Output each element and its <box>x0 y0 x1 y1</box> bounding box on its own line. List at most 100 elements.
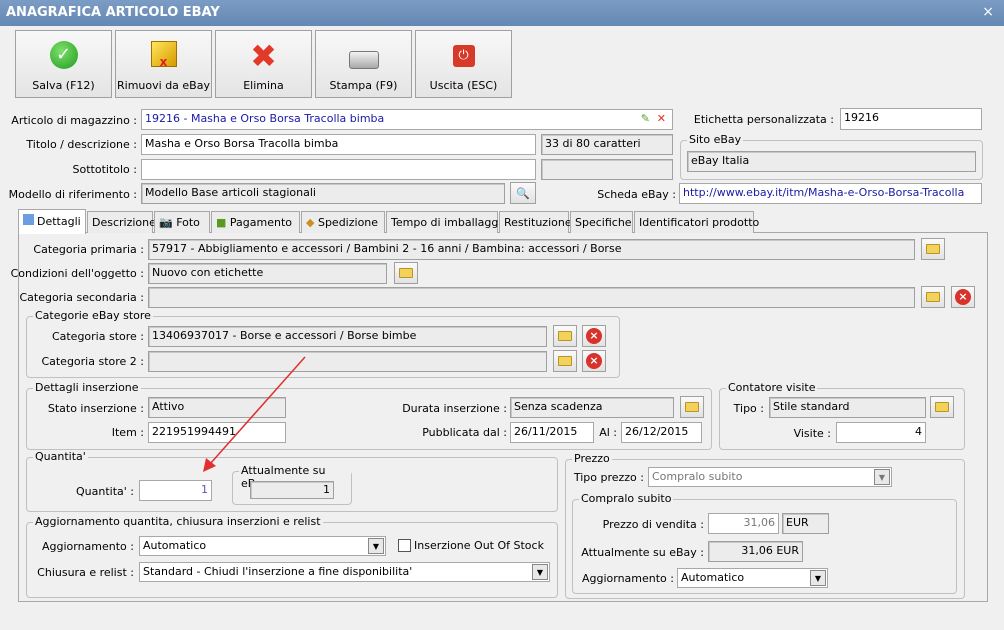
aggiornamento-group: Aggiornamento quantita, chiusura inserzi… <box>26 515 558 598</box>
modello-label: Modello di riferimento : <box>8 188 137 201</box>
tab-foto[interactable]: 📷 Foto <box>154 211 210 233</box>
power-icon: ⏻ <box>452 45 475 67</box>
print-button[interactable]: Stampa (F9) <box>315 30 412 98</box>
articolo-value: 19216 - Masha e Orso Borsa Tracolla bimb… <box>145 112 385 125</box>
etichetta-label: Etichetta personalizzata : <box>693 113 834 126</box>
browse-store1-button[interactable] <box>553 325 577 347</box>
sito-label: Sito eBay <box>687 133 744 146</box>
titolo-field[interactable]: Masha e Orso Borsa Tracolla bimba <box>141 134 536 155</box>
delete-icon: × <box>586 328 602 344</box>
payment-icon: ■ <box>216 216 227 229</box>
store2-label: Categoria store 2 : <box>41 355 144 368</box>
label: Stampa (F9) <box>329 79 398 92</box>
browse-store2-button[interactable] <box>553 350 577 372</box>
cat-secondaria-label: Categoria secondaria : <box>19 291 144 304</box>
visite-label: Visite : <box>793 427 831 440</box>
prezzo-vendita-label: Prezzo di vendita : <box>602 518 704 531</box>
label: Elimina <box>243 79 284 92</box>
al-label: Al : <box>599 426 617 439</box>
tab-pagamento[interactable]: ■ Pagamento <box>211 211 300 233</box>
red-x-icon: ✖ <box>250 37 277 75</box>
aggiornamento-group-title: Aggiornamento quantita, chiusura inserzi… <box>33 515 323 528</box>
chiusura-select[interactable]: Standard - Chiudi l'inserzione a fine di… <box>139 562 550 582</box>
label: Salva (F12) <box>32 79 95 92</box>
tipo-label: Tipo : <box>733 402 764 415</box>
al-field[interactable]: 26/12/2015 <box>621 422 702 443</box>
articolo-field[interactable]: 19216 - Masha e Orso Borsa Tracolla bimb… <box>141 109 673 130</box>
visite-group-title: Contatore visite <box>726 381 818 394</box>
browse-tipo-button[interactable] <box>930 396 954 418</box>
tab-label: Dettagli <box>37 215 81 228</box>
aggiornamento-select[interactable]: Automatico ▼ <box>139 536 386 556</box>
item-field[interactable]: 221951994491 <box>148 422 286 443</box>
oos-checkbox[interactable] <box>398 539 411 552</box>
folder-icon <box>685 402 699 412</box>
tab-specifiche[interactable]: Specifiche <box>570 211 633 233</box>
printer-icon <box>348 51 379 69</box>
window-title-bar: ANAGRAFICA ARTICOLO EBAY <box>0 0 1004 26</box>
tipo-prezzo-label: Tipo prezzo : <box>573 471 644 484</box>
oos-label: Inserzione Out Of Stock <box>414 539 544 552</box>
clear-cat-secondaria-button[interactable]: × <box>951 286 975 308</box>
search-icon: 🔍 <box>516 186 530 200</box>
pubblicata-label: Pubblicata dal : <box>422 426 507 439</box>
tab-tempo-imballaggio[interactable]: Tempo di imballaggio <box>386 211 508 233</box>
save-button[interactable]: ✓ Salva (F12) <box>15 30 112 98</box>
box-remove-icon: x <box>150 41 177 69</box>
browse-cat-primaria-button[interactable] <box>921 238 945 260</box>
remove-from-ebay-button[interactable]: x Rimuovi da eBay <box>115 30 212 98</box>
folder-icon <box>399 268 413 278</box>
stato-label: Stato inserzione : <box>47 402 144 415</box>
att-ebay-field: 1 <box>250 481 334 499</box>
sottotitolo-field[interactable] <box>141 159 536 180</box>
sito-field: eBay Italia <box>687 151 976 172</box>
folder-icon <box>926 292 940 302</box>
search-button[interactable]: 🔍 <box>510 182 536 204</box>
titolo-label: Titolo / descrizione : <box>26 138 137 151</box>
cat-primaria-field: 57917 - Abbigliamento e accessori / Bamb… <box>148 239 915 260</box>
scheda-link[interactable]: http://www.ebay.it/itm/Masha-e-Orso-Bors… <box>679 183 982 204</box>
clear-store1-button[interactable]: × <box>582 325 606 347</box>
etichetta-field[interactable]: 19216 <box>840 108 982 130</box>
edit-pencil-icon[interactable]: ✎ <box>641 112 650 125</box>
tipo-field: Stile standard <box>769 397 926 418</box>
clear-store2-button[interactable]: × <box>582 350 606 372</box>
camera-icon: 📷 <box>159 216 173 229</box>
aggiornamento-label: Aggiornamento : <box>41 540 134 553</box>
store2-field <box>148 351 547 372</box>
delete-button[interactable]: ✖ Elimina <box>215 30 312 98</box>
folder-icon <box>926 244 940 254</box>
browse-cat-secondaria-button[interactable] <box>921 286 945 308</box>
clear-x-icon[interactable]: ✕ <box>657 112 666 125</box>
tab-restituzione[interactable]: Restituzione <box>499 211 572 233</box>
tipo-prezzo-select[interactable]: Compralo subito ▼ <box>648 467 892 487</box>
condizioni-field: Nuovo con etichette <box>148 263 387 284</box>
quantita-field[interactable]: 1 <box>139 480 212 501</box>
select-value: Automatico <box>681 571 745 584</box>
tab-dettagli[interactable]: Dettagli <box>18 209 86 234</box>
close-button[interactable]: × <box>982 4 994 20</box>
cat-secondaria-field <box>148 287 915 308</box>
tab-descrizione[interactable]: Descrizione <box>87 211 156 233</box>
browse-condizioni-button[interactable] <box>394 262 418 284</box>
window-title: ANAGRAFICA ARTICOLO EBAY <box>6 5 220 20</box>
chiusura-label: Chiusura e relist : <box>37 566 134 579</box>
grid-icon <box>23 214 34 225</box>
sito-group: Sito eBay eBay Italia <box>680 133 983 180</box>
modello-field: Modello Base articoli stagionali <box>141 183 505 204</box>
tab-identificatori[interactable]: Identificatori prodotto <box>634 211 759 233</box>
select-value: Standard - Chiudi l'inserzione a fine di… <box>143 565 413 578</box>
stato-field: Attivo <box>148 397 286 418</box>
exit-button[interactable]: ⏻ Uscita (ESC) <box>415 30 512 98</box>
agg-prezzo-select[interactable]: Automatico ▼ <box>677 568 828 588</box>
char-count: 33 di 80 caratteri <box>541 134 673 155</box>
visite-field[interactable]: 4 <box>836 422 926 443</box>
pubblicata-field[interactable]: 26/11/2015 <box>510 422 594 443</box>
tab-label: Pagamento <box>229 216 293 229</box>
tab-spedizione[interactable]: ◆ Spedizione <box>301 211 385 233</box>
agg-prezzo-label: Aggiornamento : <box>581 572 674 585</box>
store1-field: 13406937017 - Borse e accessori / Borse … <box>148 326 547 347</box>
folder-icon <box>558 331 572 341</box>
browse-durata-button[interactable] <box>680 396 704 418</box>
prezzo-vendita-field[interactable]: 31,06 <box>708 513 779 534</box>
